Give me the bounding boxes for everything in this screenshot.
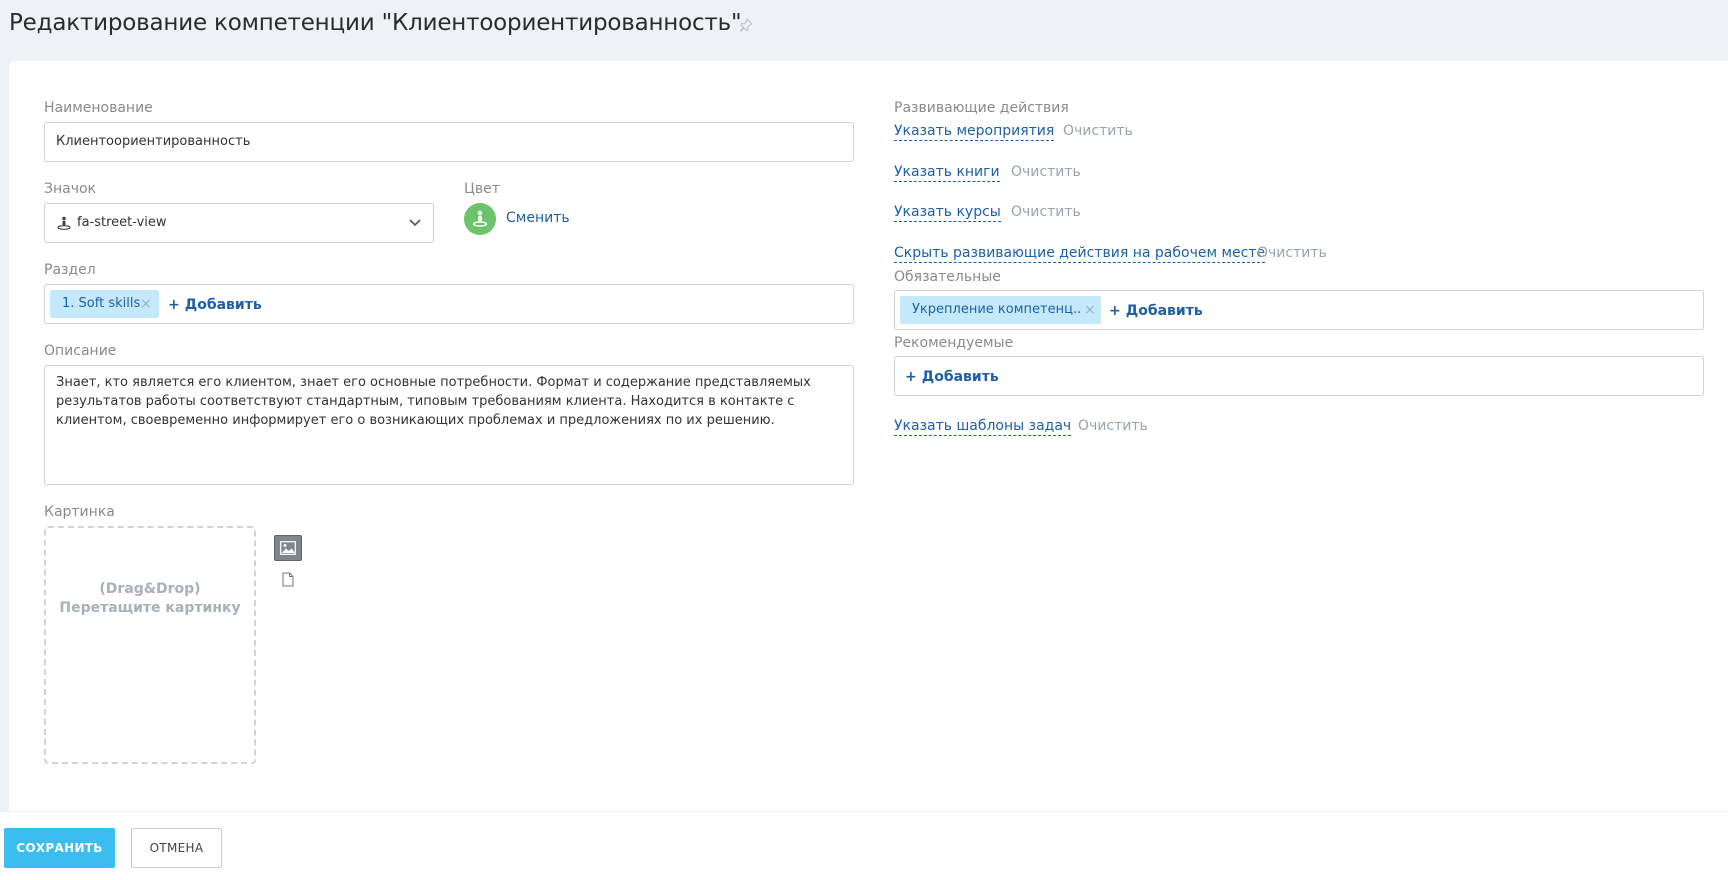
close-icon[interactable]: ×	[140, 290, 152, 318]
description-label: Описание	[44, 343, 117, 359]
description-value: Знает, кто является его клиентом, знает …	[56, 375, 811, 428]
plus-icon: +	[168, 297, 180, 313]
section-tag: 1. Soft skills ×	[50, 290, 159, 318]
street-view-icon	[472, 210, 488, 227]
name-label: Наименование	[44, 100, 153, 116]
icon-select-value: fa-street-view	[77, 215, 167, 230]
color-label: Цвет	[464, 181, 500, 197]
required-label: Обязательные	[894, 269, 1001, 285]
pin-icon[interactable]	[739, 18, 753, 32]
books-clear-link[interactable]: Очистить	[1011, 163, 1081, 181]
courses-link[interactable]: Указать курсы	[894, 203, 1001, 222]
recommended-field[interactable]	[894, 356, 1704, 396]
recommended-add-button[interactable]: + Добавить	[905, 368, 999, 386]
file-icon[interactable]	[282, 572, 294, 587]
street-view-icon	[57, 216, 71, 230]
page-title: Редактирование компетенции "Клиентоориен…	[9, 10, 742, 36]
required-tag: Укрепление компетенц... ×	[900, 296, 1101, 324]
plus-icon: +	[905, 369, 917, 385]
name-input-value: Клиентоориентированность	[56, 134, 251, 149]
courses-clear-link[interactable]: Очистить	[1011, 203, 1081, 221]
task-templates-link[interactable]: Указать шаблоны задач	[894, 417, 1072, 436]
required-add-button[interactable]: + Добавить	[1109, 302, 1203, 320]
books-link[interactable]: Указать книги	[894, 163, 1000, 182]
task-templates-clear-link[interactable]: Очистить	[1078, 417, 1148, 435]
image-mode-button[interactable]	[274, 535, 302, 561]
section-field[interactable]	[44, 284, 854, 324]
icon-select[interactable]: fa-street-view	[44, 203, 434, 243]
events-link[interactable]: Указать мероприятия	[894, 122, 1055, 141]
hide-actions-link[interactable]: Скрыть развивающие действия на рабочем м…	[894, 244, 1266, 263]
dropzone-text: (Drag&Drop) Перетащите картинку	[59, 581, 241, 616]
section-tag-label: 1. Soft skills	[62, 296, 141, 311]
icon-label: Значок	[44, 181, 97, 197]
dev-actions-label: Развивающие действия	[894, 100, 1069, 116]
image-dropzone[interactable]: (Drag&Drop) Перетащите картинку	[44, 526, 256, 764]
recommended-label: Рекомендуемые	[894, 335, 1014, 351]
cancel-button[interactable]: ОТМЕНА	[131, 828, 222, 868]
footer-bar	[0, 811, 1728, 880]
section-add-button[interactable]: + Добавить	[168, 296, 262, 314]
hide-actions-clear-link[interactable]: Очистить	[1257, 244, 1327, 262]
events-clear-link[interactable]: Очистить	[1063, 122, 1133, 140]
color-change-link[interactable]: Сменить	[506, 210, 570, 226]
close-icon[interactable]: ×	[1084, 296, 1096, 324]
picture-label: Картинка	[44, 504, 115, 520]
image-icon	[280, 541, 296, 555]
plus-icon: +	[1109, 303, 1121, 319]
required-tag-label: Укрепление компетенц...	[912, 302, 1080, 317]
color-swatch[interactable]	[464, 203, 496, 235]
name-input[interactable]: Клиентоориентированность	[44, 122, 854, 162]
section-label: Раздел	[44, 262, 96, 278]
chevron-down-icon	[409, 219, 421, 227]
save-button[interactable]: СОХРАНИТЬ	[4, 828, 115, 868]
